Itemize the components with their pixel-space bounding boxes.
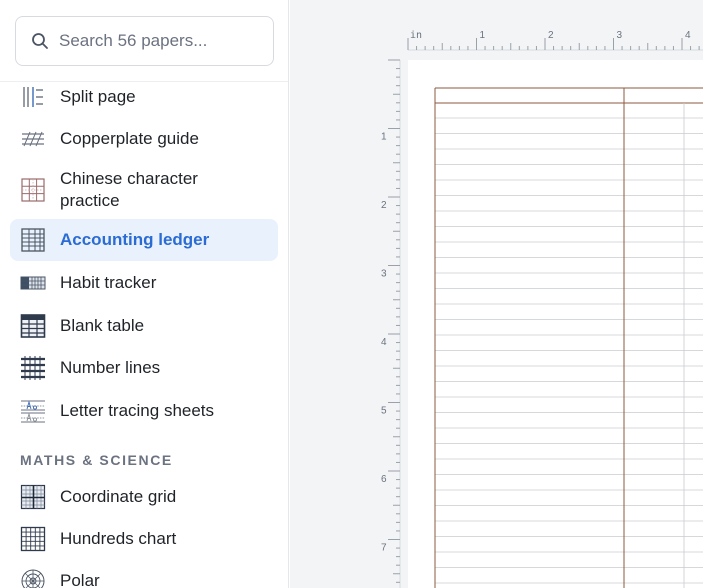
ruler-number: 4 bbox=[381, 337, 387, 348]
sidebar-item-blank-table[interactable]: Blank table bbox=[10, 313, 278, 339]
copperplate-icon bbox=[22, 131, 44, 147]
sidebar-item-label: Coordinate grid bbox=[60, 487, 177, 506]
habit-tracker-icon bbox=[20, 276, 46, 290]
left-ruler: 1 2 3 4 5 6 7 bbox=[381, 59, 401, 588]
table-icon bbox=[20, 314, 46, 338]
sidebar-item-coordinate-grid[interactable]: Coordinate grid bbox=[10, 484, 278, 510]
sidebar-item-copperplate-guide[interactable]: Copperplate guide bbox=[10, 126, 278, 152]
ruler-number: 1 bbox=[381, 132, 387, 143]
section-heading-maths-science: MATHS & SCIENCE bbox=[20, 452, 173, 468]
ruler-number: 2 bbox=[381, 200, 387, 211]
polar-icon bbox=[21, 569, 45, 588]
ruler-number: 5 bbox=[381, 406, 387, 417]
ruler-number: 1 bbox=[480, 30, 486, 41]
sidebar-item-accounting-ledger[interactable]: Accounting ledger bbox=[10, 219, 278, 261]
ruler-number: 3 bbox=[617, 30, 623, 41]
hundreds-chart-icon bbox=[20, 526, 46, 552]
sidebar-item-habit-tracker[interactable]: Habit tracker bbox=[10, 270, 278, 296]
sidebar-item-label: Number lines bbox=[60, 358, 161, 377]
sidebar-item-label: Polar bbox=[60, 571, 100, 588]
sidebar-item-label: Copperplate guide bbox=[60, 129, 199, 148]
ruler-number: 6 bbox=[381, 474, 387, 485]
chinese-grid-icon bbox=[21, 178, 45, 202]
search-box[interactable] bbox=[15, 16, 274, 66]
ruler-number: 2 bbox=[548, 30, 554, 41]
sidebar-item-polar[interactable]: Polar bbox=[10, 568, 278, 588]
ruler-number: 7 bbox=[381, 543, 387, 554]
letter-tracing-icon bbox=[21, 400, 45, 423]
sidebar-item-split-page[interactable]: Split page bbox=[10, 84, 278, 110]
sidebar-item-letter-tracing-sheets[interactable]: Letter tracing sheets bbox=[10, 398, 278, 424]
ruler-number: 3 bbox=[381, 269, 387, 280]
ruler-unit-label: in bbox=[410, 30, 422, 41]
search-input[interactable] bbox=[59, 31, 259, 51]
ledger-icon bbox=[21, 228, 45, 252]
sidebar-item-label: Hundreds chart bbox=[60, 529, 177, 548]
paper-preview: in 1 2 3 4 1 2 3 4 5 6 7 bbox=[381, 30, 703, 588]
sidebar-item-hundreds-chart[interactable]: Hundreds chart bbox=[10, 526, 278, 552]
coordinate-grid-icon bbox=[20, 484, 46, 510]
preview-canvas: in 1 2 3 4 1 2 3 4 5 6 7 bbox=[290, 0, 703, 588]
sidebar-item-label: Blank table bbox=[60, 316, 145, 335]
split-page-icon bbox=[23, 87, 43, 107]
sidebar-item-label: Chinese character practice bbox=[60, 169, 198, 210]
sidebar-item-chinese-character-practice[interactable]: Chinese character practice bbox=[10, 168, 278, 212]
paper-page bbox=[408, 60, 703, 588]
number-lines-icon bbox=[21, 356, 45, 380]
sidebar-item-label: Letter tracing sheets bbox=[60, 401, 215, 420]
sidebar-item-label: Habit tracker bbox=[60, 273, 157, 292]
paper-sidebar: Split page Copperplate guide bbox=[0, 0, 289, 588]
search-icon bbox=[32, 33, 48, 49]
sidebar-item-label: Accounting ledger bbox=[60, 230, 210, 249]
sidebar-item-label: Split page bbox=[60, 87, 136, 106]
search-area bbox=[0, 0, 288, 82]
top-ruler: in 1 2 3 4 bbox=[407, 30, 703, 51]
ruler-number: 4 bbox=[685, 30, 691, 41]
sidebar-item-number-lines[interactable]: Number lines bbox=[10, 355, 278, 381]
